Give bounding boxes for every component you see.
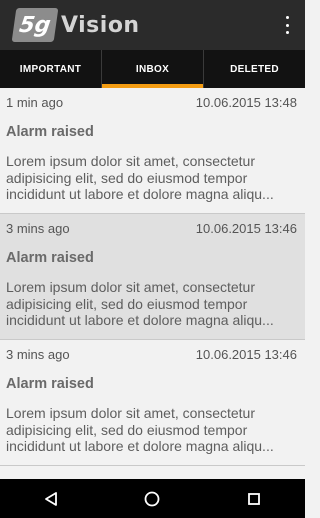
tab-bar: IMPORTANT INBOX DELETED bbox=[0, 50, 305, 88]
message-timestamp: 10.06.2015 13:46 bbox=[195, 347, 297, 362]
message-meta: 3 mins ago 10.06.2015 13:46 bbox=[6, 347, 297, 363]
message-timestamp: 10.06.2015 13:48 bbox=[195, 95, 297, 110]
list-item[interactable]: 3 mins ago 10.06.2015 13:46 Alarm raised… bbox=[0, 214, 305, 340]
message-age: 1 min ago bbox=[6, 95, 64, 110]
message-title: Alarm raised bbox=[6, 124, 94, 140]
system-nav-bar bbox=[0, 479, 305, 518]
message-title: Alarm raised bbox=[6, 250, 94, 266]
logo-text: Vision bbox=[61, 12, 140, 38]
home-circle-icon[interactable] bbox=[132, 484, 172, 514]
list-item[interactable]: 3 mins ago 10.06.2015 13:46 Alarm raised… bbox=[0, 340, 305, 466]
back-triangle-icon[interactable] bbox=[31, 484, 71, 514]
recents-square-icon[interactable] bbox=[234, 484, 274, 514]
message-timestamp: 10.06.2015 13:46 bbox=[195, 221, 297, 236]
message-title: Alarm raised bbox=[6, 376, 94, 392]
message-body: Lorem ipsum dolor sit amet, consectetur … bbox=[6, 279, 274, 328]
tab-deleted[interactable]: DELETED bbox=[203, 50, 305, 88]
message-list: 1 min ago 10.06.2015 13:48 Alarm raised … bbox=[0, 88, 305, 479]
more-vert-icon[interactable] bbox=[281, 16, 293, 34]
tab-inbox[interactable]: INBOX bbox=[101, 50, 203, 88]
message-meta: 1 min ago 10.06.2015 13:48 bbox=[6, 95, 297, 111]
message-age: 3 mins ago bbox=[6, 221, 70, 236]
app-bar: 5g Vision bbox=[0, 0, 305, 50]
list-item[interactable]: 1 min ago 10.06.2015 13:48 Alarm raised … bbox=[0, 88, 305, 214]
message-meta: 3 mins ago 10.06.2015 13:46 bbox=[6, 221, 297, 237]
tab-important[interactable]: IMPORTANT bbox=[0, 50, 101, 88]
message-body: Lorem ipsum dolor sit amet, consectetur … bbox=[6, 405, 274, 454]
logo-badge: 5g bbox=[11, 8, 59, 42]
app-logo: 5g Vision bbox=[11, 7, 140, 43]
message-body: Lorem ipsum dolor sit amet, consectetur … bbox=[6, 153, 274, 202]
message-age: 3 mins ago bbox=[6, 347, 70, 362]
